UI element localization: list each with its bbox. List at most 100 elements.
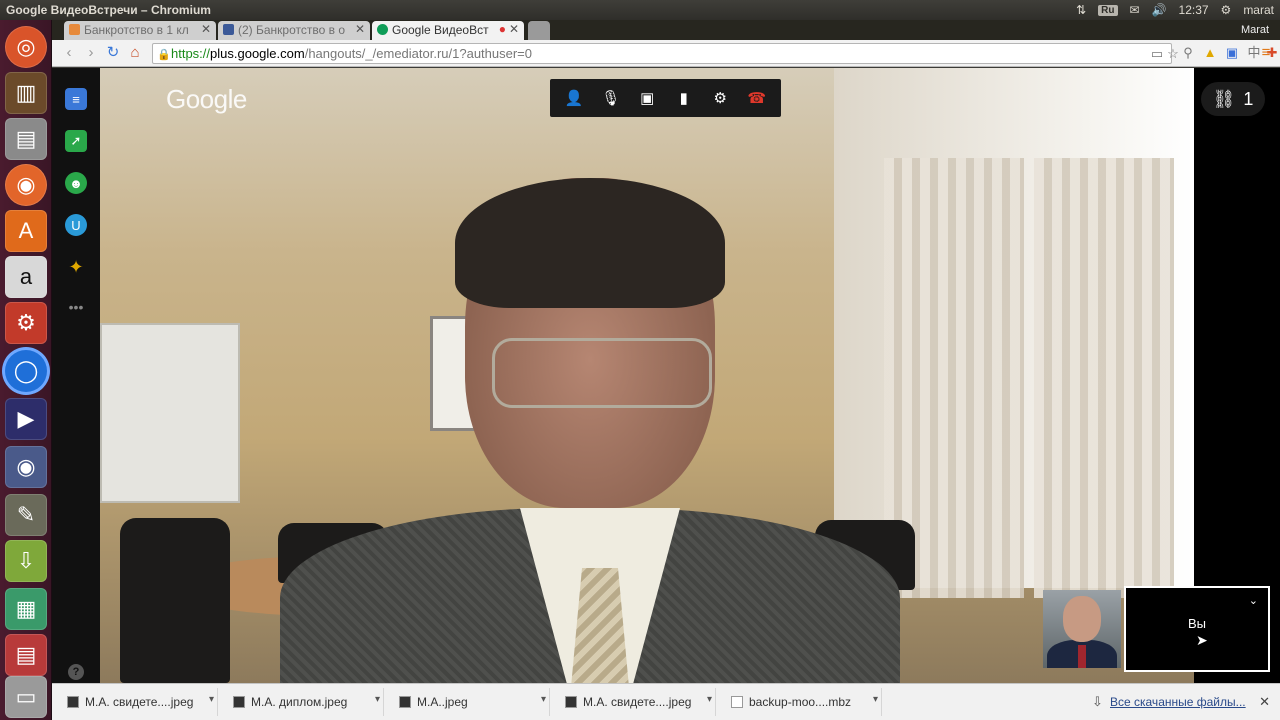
download-item[interactable]: М.А. свидете....jpeg ▾ (556, 688, 716, 716)
chat-icon[interactable]: ≡ (65, 88, 87, 110)
screenshare-icon[interactable]: ➚ (65, 130, 87, 152)
star-icon[interactable]: ☆ (1165, 46, 1181, 62)
chevron-down-icon[interactable]: ▾ (209, 686, 214, 714)
url-host: plus.google.com (210, 46, 305, 61)
app-u-icon[interactable]: U (65, 214, 87, 236)
reload-icon[interactable]: ↻ (104, 44, 122, 62)
gear-icon[interactable]: ⚙ (1221, 3, 1232, 17)
software-center-icon[interactable]: A (5, 210, 47, 252)
hangouts-icon (377, 24, 388, 35)
system-top-panel: Google ВидеоВстречи – Chromium ⇅ Ru ✉ 🔊 … (0, 0, 1280, 20)
firefox-icon[interactable]: ◉ (5, 164, 47, 206)
download-filename: М.А. свидете....jpeg (583, 695, 692, 709)
link-icon: ⛓ (1212, 88, 1236, 109)
image-file-icon (565, 696, 577, 708)
amazon-icon[interactable]: a (5, 256, 47, 298)
mute-mic-icon[interactable]: 🎙 (598, 85, 624, 111)
settings-icon[interactable]: ⚙ (707, 85, 733, 111)
close-icon[interactable]: ✕ (1259, 694, 1270, 710)
download-item[interactable]: М.А. свидете....jpeg ▾ (58, 688, 218, 716)
video-editor-icon[interactable]: ▶ (5, 398, 47, 440)
tab-bankruptcy-2[interactable]: (2) Банкротство в о ✕ (218, 21, 370, 40)
close-icon[interactable]: ✕ (509, 22, 519, 36)
browser-toolbar: ‹ › ↻ ⌂ 🔒 https://plus.google.com/hangou… (52, 40, 1280, 67)
chevron-down-icon[interactable]: ▾ (873, 686, 878, 714)
chevron-down-icon[interactable]: ⌄ (1249, 594, 1258, 607)
download-filename: backup-moo....mbz (749, 695, 852, 709)
tab-favicon (69, 24, 80, 35)
camera-icon[interactable]: ▭ (1149, 46, 1165, 62)
chromium-icon[interactable]: ◯ (5, 350, 47, 392)
tab-label: Google ВидеоВст (392, 23, 489, 37)
network-icon[interactable]: ⇅ (1076, 3, 1086, 17)
profile-badge[interactable]: Marat (1230, 20, 1280, 40)
home-icon[interactable]: ⌂ (126, 44, 144, 62)
show-all-downloads-link[interactable]: ⇩ Все скачанные файлы... (1092, 688, 1246, 716)
location-icon[interactable]: ⚲ (1180, 45, 1196, 61)
window-title: Google ВидеоВстречи – Chromium (6, 3, 211, 17)
media-player-icon[interactable]: ◉ (5, 446, 47, 488)
participants-link-pill[interactable]: ⛓ 1 (1201, 82, 1265, 116)
curtain (1034, 158, 1174, 598)
new-tab-button[interactable] (528, 21, 550, 40)
close-icon[interactable]: ✕ (355, 22, 365, 36)
keyboard-layout-indicator[interactable]: Ru (1098, 4, 1118, 16)
camera-off-icon[interactable]: ▣ (634, 85, 660, 111)
tab-hangouts[interactable]: Google ВидеоВст ● ✕ (372, 21, 524, 40)
back-icon[interactable]: ‹ (60, 44, 78, 62)
add-app-icon[interactable]: ✦ (65, 256, 87, 278)
files-icon[interactable]: ▤ (5, 118, 47, 160)
downloads-bar: М.А. свидете....jpeg ▾ М.А. диплом.jpeg … (52, 683, 1280, 720)
address-bar[interactable]: 🔒 https://plus.google.com/hangouts/_/eme… (152, 43, 1179, 64)
thumb-tie (1078, 645, 1086, 668)
books-icon[interactable]: ▥ (5, 72, 47, 114)
download-item[interactable]: М.А..jpeg ▾ (390, 688, 550, 716)
show-all-label: Все скачанные файлы... (1110, 695, 1246, 709)
pdf-shuffler-icon[interactable]: ▦ (5, 588, 47, 630)
google-logo: Google (166, 84, 247, 114)
clock[interactable]: 12:37 (1179, 3, 1209, 17)
chevron-down-icon[interactable]: ▾ (541, 686, 546, 714)
chevron-down-icon[interactable]: ▾ (707, 686, 712, 714)
bandwidth-icon[interactable]: ▮ (671, 85, 697, 111)
invite-people-icon[interactable]: 👤 (561, 85, 587, 111)
printer-icon[interactable]: ▭ (5, 676, 47, 718)
download-manager-icon[interactable]: ⇩ (5, 540, 47, 582)
email-icon[interactable]: ✉ (1130, 3, 1140, 17)
tab-label: (2) Банкротство в о (238, 23, 345, 37)
apps-sidebar: ≡ ➚ ☻ U ✦ ••• ? (52, 68, 100, 683)
filmstrip: Вы ⌄ (1043, 586, 1273, 672)
self-thumbnail[interactable]: Вы ⌄ (1124, 586, 1270, 672)
tab-bankruptcy-1[interactable]: Банкротство в 1 кл ✕ (64, 21, 216, 40)
close-icon[interactable]: ✕ (201, 22, 211, 36)
hang-up-icon[interactable]: ☎ (744, 85, 770, 111)
tab-strip: Банкротство в 1 кл ✕ (2) Банкротство в о… (52, 20, 1280, 40)
remote-participant-thumbnail[interactable] (1043, 590, 1121, 668)
chevron-down-icon[interactable]: ▾ (375, 686, 380, 714)
disk-utility-icon[interactable]: ▤ (5, 634, 47, 676)
hangouts-stage: ≡ ➚ ☻ U ✦ ••• ? Google 👤 🎙 ▣ ▮ ⚙ ☎ ⛓ 1 В… (52, 68, 1280, 683)
background-whiteboard (100, 323, 240, 503)
session-user[interactable]: marat (1243, 3, 1274, 17)
lock-icon: 🔒 (157, 49, 171, 61)
help-icon[interactable]: ? (68, 664, 84, 680)
facebook-icon (223, 24, 234, 35)
dash-home-icon[interactable]: ◎ (5, 26, 47, 68)
system-settings-icon[interactable]: ⚙ (5, 302, 47, 344)
people-icon[interactable]: ☻ (65, 172, 87, 194)
extension-icon[interactable]: ▣ (1224, 45, 1240, 61)
gimp-icon[interactable]: ✎ (5, 494, 47, 536)
thumb-face (1063, 596, 1101, 642)
participant-count: 1 (1243, 88, 1254, 109)
forward-icon[interactable]: › (82, 44, 100, 62)
more-icon[interactable]: ••• (65, 296, 87, 318)
participant-hair (455, 178, 725, 308)
mouse-cursor-icon: ➤ (1196, 632, 1208, 648)
download-item[interactable]: М.А. диплом.jpeg ▾ (224, 688, 384, 716)
call-controls: 👤 🎙 ▣ ▮ ⚙ ☎ (550, 79, 781, 117)
menu-icon[interactable]: ≡ (1258, 45, 1274, 61)
download-item[interactable]: backup-moo....mbz ▾ (722, 688, 882, 716)
drive-icon[interactable]: ▲ (1202, 45, 1218, 61)
volume-icon[interactable]: 🔊 (1152, 3, 1167, 17)
system-tray: ⇅ Ru ✉ 🔊 12:37 ⚙ marat (1076, 0, 1274, 20)
